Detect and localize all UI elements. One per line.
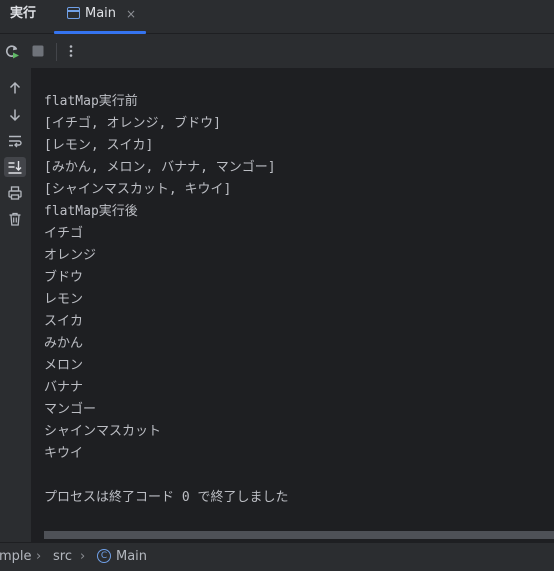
console-line: マンゴー <box>44 402 97 417</box>
more-options-button[interactable] <box>63 43 79 59</box>
scroll-to-end-icon <box>8 161 22 174</box>
console-line: [レモン, スイカ] <box>44 138 154 153</box>
clear-all-button[interactable] <box>4 209 26 229</box>
run-config-icon <box>67 7 80 19</box>
console-line: メロン <box>44 358 84 373</box>
scroll-to-end-button[interactable] <box>4 157 26 177</box>
rerun-button[interactable] <box>4 43 20 59</box>
scroll-up-icon <box>9 81 21 94</box>
console-side-toolbar <box>0 68 31 542</box>
console-lines: flatMap実行前 [イチゴ, オレンジ, ブドウ] [レモン, スイカ] [… <box>44 91 549 509</box>
console-line: flatMap実行前 <box>44 94 138 109</box>
more-options-icon <box>69 45 73 57</box>
breadcrumb-src[interactable]: src <box>53 548 72 566</box>
stop-icon <box>32 45 44 57</box>
soft-wrap-button[interactable] <box>4 131 26 151</box>
console-line: レモン <box>44 292 84 307</box>
console-line: ブドウ <box>44 270 84 285</box>
chevron-right-icon: › <box>36 549 42 564</box>
tool-window-header: 実行 Main × <box>0 0 554 34</box>
print-button[interactable] <box>4 183 26 203</box>
console-line: イチゴ <box>44 226 84 241</box>
console-line: [みかん, メロン, バナナ, マンゴー] <box>44 160 276 175</box>
console-line: みかん <box>44 336 84 351</box>
stop-button[interactable] <box>30 43 46 59</box>
soft-wrap-icon <box>9 135 22 148</box>
run-toolbar <box>0 35 554 68</box>
console-line: バナナ <box>44 380 84 395</box>
print-icon <box>8 186 22 200</box>
chevron-right-icon: › <box>80 549 86 564</box>
console-line: キウイ <box>44 446 84 461</box>
tab-close-icon[interactable]: × <box>126 5 136 23</box>
run-tool-window-title: 実行 <box>10 6 37 21</box>
scroll-down-icon <box>9 109 21 122</box>
tab-main[interactable]: Main × <box>54 0 146 34</box>
console-line: スイカ <box>44 314 84 329</box>
console-output[interactable]: flatMap実行前 [イチゴ, オレンジ, ブドウ] [レモン, スイカ] [… <box>31 68 554 542</box>
trash-icon <box>9 212 21 226</box>
scroll-up-button[interactable] <box>4 78 26 98</box>
scroll-down-button[interactable] <box>4 105 26 125</box>
console-line: flatMap実行後 <box>44 204 138 219</box>
console-line: シャインマスカット <box>44 424 162 439</box>
active-tab-indicator <box>54 31 146 34</box>
breadcrumb-project[interactable]: mple <box>0 548 32 566</box>
breadcrumb-main[interactable]: Main <box>116 548 147 566</box>
tab-main-label: Main <box>85 6 117 21</box>
breadcrumb: mple › src › C Main <box>0 542 554 571</box>
console-line: オレンジ <box>44 248 97 263</box>
class-icon: C <box>97 549 111 563</box>
console-line: [イチゴ, オレンジ, ブドウ] <box>44 116 221 131</box>
toolbar-separator <box>56 43 57 61</box>
rerun-icon <box>6 45 19 59</box>
process-exit-message: プロセスは終了コード 0 で終了しました <box>44 490 289 505</box>
horizontal-scrollbar[interactable] <box>44 531 554 539</box>
console-line: [シャインマスカット, キウイ] <box>44 182 232 197</box>
